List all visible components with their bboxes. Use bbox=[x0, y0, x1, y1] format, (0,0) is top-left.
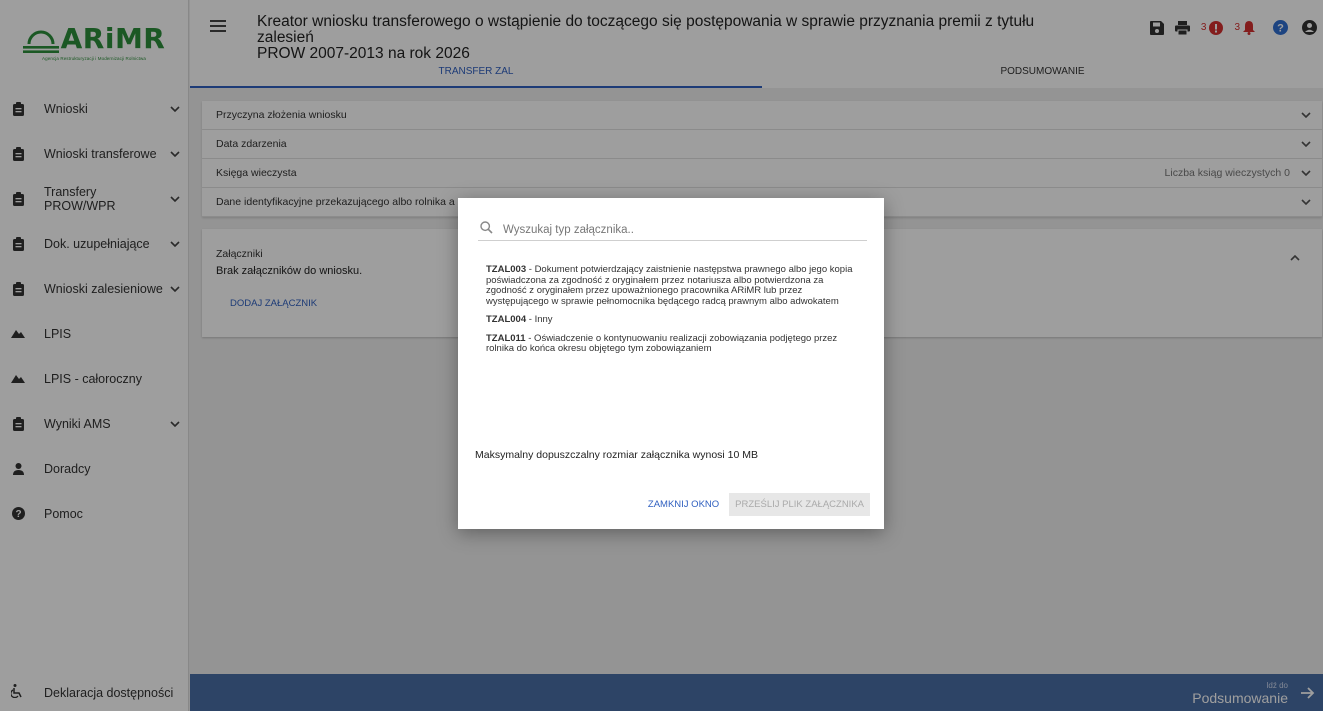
attachment-type-list: TZAL003 - Dokument potwierdzający zaistn… bbox=[486, 264, 862, 363]
option-description: - Inny bbox=[526, 314, 553, 325]
dialog-actions: ZAMKNIJ OKNO PRZEŚLIJ PLIK ZAŁĄCZNIKA bbox=[642, 493, 870, 516]
attachment-option-tzal003[interactable]: TZAL003 - Dokument potwierdzający zaistn… bbox=[486, 264, 862, 307]
option-code: TZAL004 bbox=[486, 314, 527, 325]
option-code: TZAL003 bbox=[486, 264, 527, 275]
close-dialog-button[interactable]: ZAMKNIJ OKNO bbox=[642, 495, 725, 514]
attachment-search-input[interactable] bbox=[503, 223, 867, 236]
max-size-info: Maksymalny dopuszczalny rozmiar załączni… bbox=[475, 449, 759, 461]
attachment-option-tzal004[interactable]: TZAL004 - Inny bbox=[486, 314, 862, 326]
attachment-option-tzal011[interactable]: TZAL011 - Oświadczenie o kontynuowaniu r… bbox=[486, 332, 862, 355]
option-description: - Dokument potwierdzający zaistnienie na… bbox=[486, 264, 853, 307]
attachment-search bbox=[478, 219, 867, 241]
option-code: TZAL011 bbox=[486, 332, 526, 344]
upload-attachment-button[interactable]: PRZEŚLIJ PLIK ZAŁĄCZNIKA bbox=[729, 493, 870, 516]
attachment-type-dialog: TZAL003 - Dokument potwierdzający zaistn… bbox=[458, 198, 884, 529]
option-description: - Oświadczenie o kontynuowaniu realizacj… bbox=[486, 332, 838, 354]
search-icon bbox=[480, 220, 494, 239]
